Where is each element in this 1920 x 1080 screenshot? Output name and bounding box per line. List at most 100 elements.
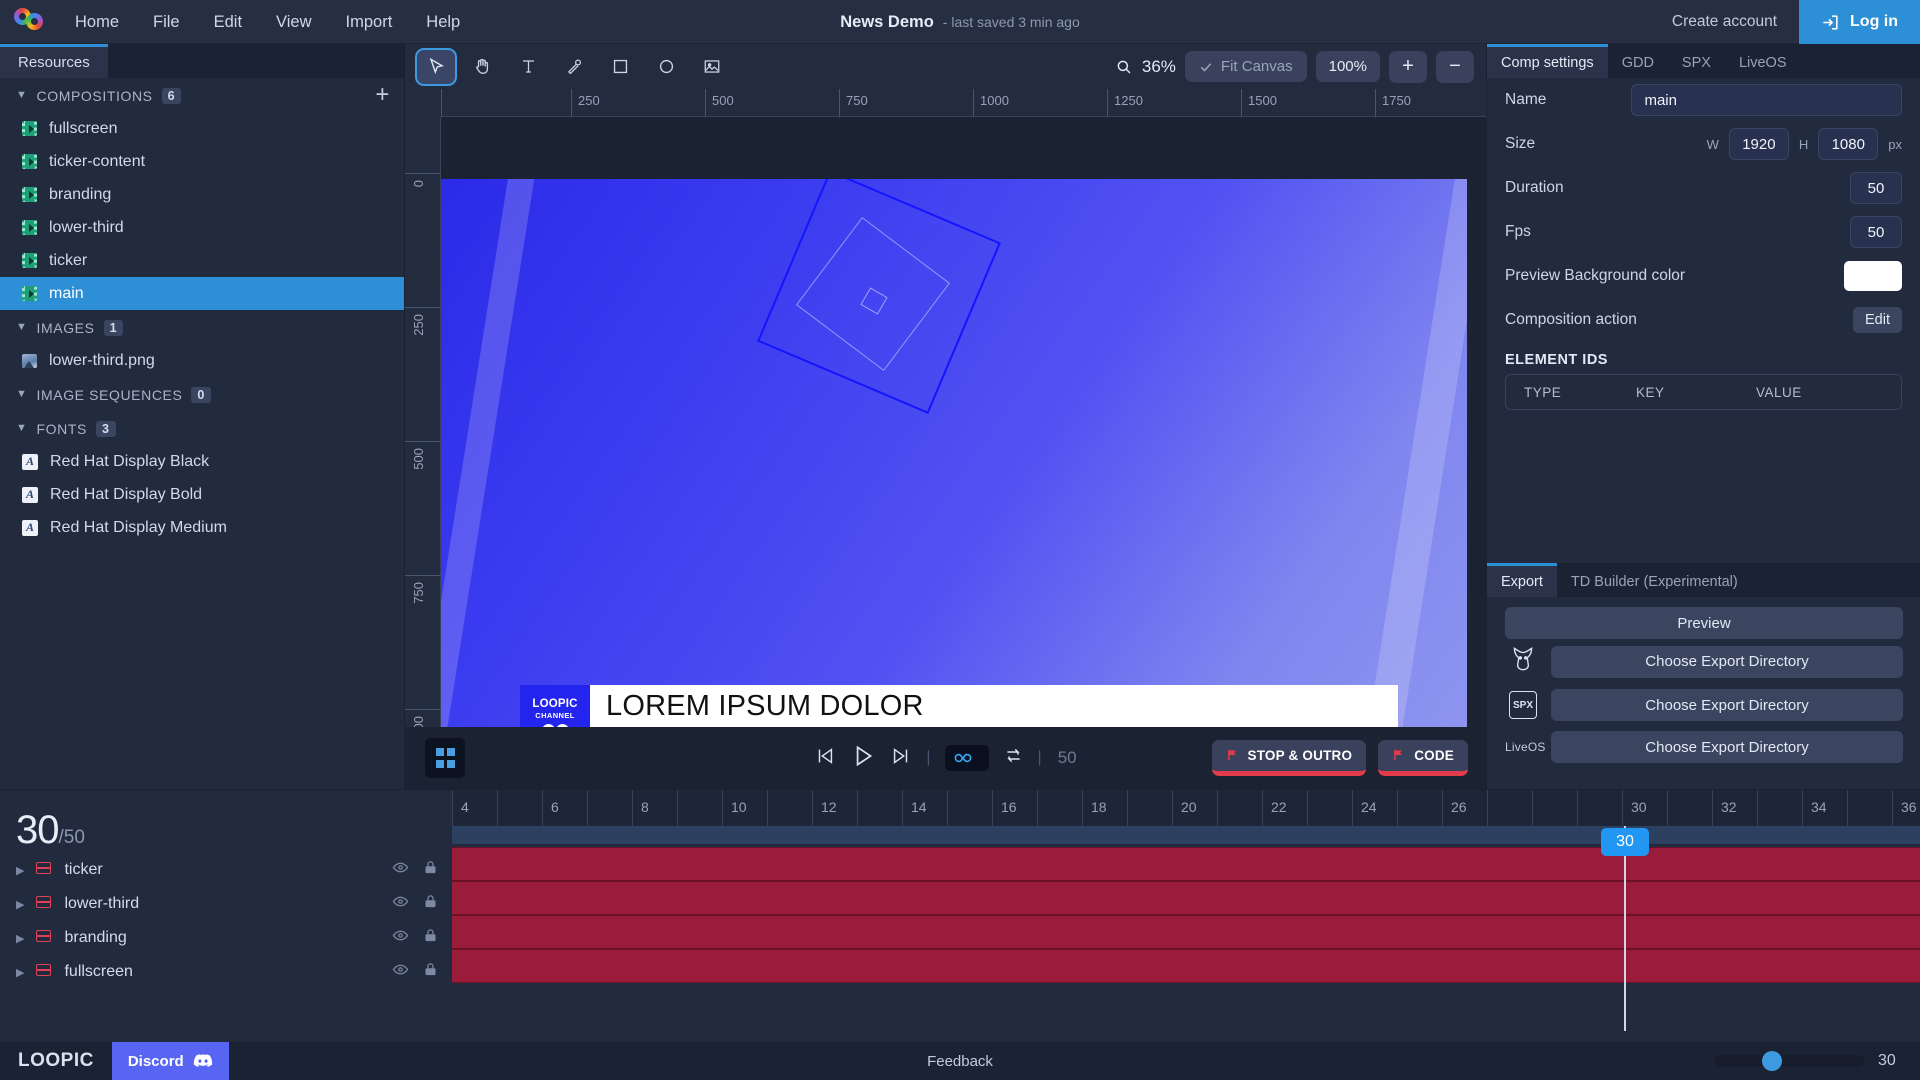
rectangle-tool[interactable]: [601, 50, 639, 84]
visibility-toggle-icon[interactable]: [392, 893, 409, 915]
tab-gdd[interactable]: GDD: [1608, 44, 1668, 78]
composition-action-edit-button[interactable]: Edit: [1853, 307, 1902, 333]
app-logo-icon[interactable]: [14, 7, 44, 37]
duration-input[interactable]: 50: [1850, 172, 1902, 204]
lock-toggle-icon[interactable]: [423, 927, 438, 949]
visibility-toggle-icon[interactable]: [392, 927, 409, 949]
timeline-track-row[interactable]: [452, 847, 1920, 881]
menu-item-import[interactable]: Import: [329, 0, 410, 44]
caspar-icon: [1505, 644, 1541, 679]
expand-arrow-icon[interactable]: ▶: [16, 966, 24, 979]
login-button[interactable]: Log in: [1799, 0, 1920, 44]
play-button[interactable]: [850, 743, 876, 774]
section-header-images[interactable]: ▼ IMAGES 1: [0, 310, 404, 344]
timeline-track-row[interactable]: [452, 915, 1920, 949]
resource-item-fullscreen[interactable]: fullscreen: [0, 112, 404, 145]
section-header-compositions[interactable]: ▼ COMPOSITIONS 6 +: [0, 78, 404, 112]
status-slider-group: 30: [1714, 1051, 1904, 1071]
visibility-toggle-icon[interactable]: [392, 961, 409, 983]
image-tool[interactable]: [693, 50, 731, 84]
menu-item-help[interactable]: Help: [409, 0, 477, 44]
pen-tool[interactable]: [555, 50, 593, 84]
grid-toggle-button[interactable]: [425, 738, 465, 778]
hand-tool[interactable]: [463, 50, 501, 84]
add-composition-button[interactable]: +: [375, 83, 390, 107]
resource-item-lower-third-png[interactable]: lower-third.png: [0, 344, 404, 377]
resource-item-ticker-content[interactable]: ticker-content: [0, 145, 404, 178]
spx-export-directory-button[interactable]: Choose Export Directory: [1551, 689, 1903, 721]
fps-input[interactable]: 50: [1850, 216, 1902, 248]
height-input[interactable]: 1080: [1818, 128, 1879, 160]
menu-item-home[interactable]: Home: [58, 0, 136, 44]
next-frame-button[interactable]: [890, 745, 912, 772]
preview-background-swatch[interactable]: [1844, 261, 1902, 291]
tab-export[interactable]: Export: [1487, 563, 1557, 597]
loop-toggle-button[interactable]: [1003, 745, 1024, 771]
zoom-out-button[interactable]: −: [1436, 50, 1474, 83]
discord-button[interactable]: Discord: [111, 1042, 229, 1080]
preview-button[interactable]: Preview: [1505, 607, 1903, 639]
expand-arrow-icon[interactable]: ▶: [16, 898, 24, 911]
resource-item-font-medium[interactable]: A Red Hat Display Medium: [0, 511, 404, 544]
feedback-link[interactable]: Feedback: [0, 1053, 1920, 1070]
comp-name-input[interactable]: main: [1631, 84, 1902, 116]
timeline-zoom-slider[interactable]: [1714, 1051, 1864, 1071]
menu-item-file[interactable]: File: [136, 0, 197, 44]
resource-item-font-bold[interactable]: A Red Hat Display Bold: [0, 478, 404, 511]
timeline-track-row[interactable]: [452, 881, 1920, 915]
width-input[interactable]: 1920: [1728, 128, 1789, 160]
timeline-ruler[interactable]: 4 6 8 10 12 14 16 18 20 22 24 26 30 32 3…: [452, 790, 1920, 826]
section-count-images: 1: [103, 320, 124, 336]
prev-frame-button[interactable]: [814, 745, 836, 772]
tab-resources[interactable]: Resources: [0, 44, 108, 78]
layer-row-lower-third[interactable]: ▶ lower-third: [0, 887, 452, 921]
expand-arrow-icon[interactable]: ▶: [16, 932, 24, 945]
caspar-export-directory-button[interactable]: Choose Export Directory: [1551, 645, 1903, 678]
select-tool[interactable]: [417, 49, 455, 84]
resource-label: fullscreen: [49, 119, 118, 137]
ruler-tick-label: 750: [411, 582, 426, 604]
tab-comp-settings[interactable]: Comp settings: [1487, 44, 1608, 78]
resource-item-branding[interactable]: branding: [0, 178, 404, 211]
section-header-image-sequences[interactable]: ▼ IMAGE SEQUENCES 0: [0, 377, 404, 411]
lock-toggle-icon[interactable]: [423, 893, 438, 915]
tab-liveos[interactable]: LiveOS: [1725, 44, 1801, 78]
playhead[interactable]: 30: [1601, 826, 1649, 1031]
layer-row-ticker[interactable]: ▶ ticker: [0, 853, 452, 887]
layer-row-branding[interactable]: ▶ branding: [0, 921, 452, 955]
stop-outro-button[interactable]: STOP & OUTRO: [1211, 740, 1367, 776]
timeline-tracks[interactable]: 4 6 8 10 12 14 16 18 20 22 24 26 30 32 3…: [452, 790, 1920, 1057]
resource-item-ticker[interactable]: ticker: [0, 244, 404, 277]
lock-toggle-icon[interactable]: [423, 961, 438, 983]
menu-item-view[interactable]: View: [259, 0, 328, 44]
tab-td-builder[interactable]: TD Builder (Experimental): [1557, 563, 1752, 597]
code-button[interactable]: CODE: [1378, 740, 1468, 776]
expand-arrow-icon[interactable]: ▶: [16, 864, 24, 877]
section-header-fonts[interactable]: ▼ FONTS 3: [0, 411, 404, 445]
timeline-track-row[interactable]: [452, 949, 1920, 983]
menu-item-edit[interactable]: Edit: [197, 0, 259, 44]
resource-item-lower-third[interactable]: lower-third: [0, 211, 404, 244]
create-account-button[interactable]: Create account: [1650, 0, 1799, 44]
resource-item-font-black[interactable]: A Red Hat Display Black: [0, 445, 404, 478]
slider-knob[interactable]: [1762, 1051, 1782, 1071]
timeline-tick-label: 32: [1721, 799, 1737, 815]
fit-canvas-button[interactable]: Fit Canvas: [1184, 51, 1307, 82]
timeline-range-strip[interactable]: [452, 826, 1920, 844]
tab-spx[interactable]: SPX: [1668, 44, 1725, 78]
zoom-100-button[interactable]: 100%: [1315, 51, 1380, 82]
canvas-viewport[interactable]: LOOPIC CHANNEL LOREM IPSUM DOLOR SIT AME…: [441, 117, 1486, 757]
layer-label: lower-third: [64, 895, 140, 912]
liveos-export-directory-button[interactable]: Choose Export Directory: [1551, 731, 1903, 763]
lock-toggle-icon[interactable]: [423, 859, 438, 881]
layer-row-fullscreen[interactable]: ▶ fullscreen: [0, 955, 452, 989]
composition-stage[interactable]: LOOPIC CHANNEL LOREM IPSUM DOLOR SIT AME…: [441, 179, 1467, 756]
zoom-level-value: 36%: [1141, 56, 1176, 76]
search-icon[interactable]: [1115, 58, 1133, 76]
text-tool[interactable]: [509, 50, 547, 84]
resource-item-main[interactable]: main: [0, 277, 404, 310]
infinite-loop-button[interactable]: [944, 745, 989, 771]
visibility-toggle-icon[interactable]: [392, 859, 409, 881]
zoom-in-button[interactable]: +: [1389, 50, 1427, 83]
ellipse-tool[interactable]: [647, 50, 685, 84]
